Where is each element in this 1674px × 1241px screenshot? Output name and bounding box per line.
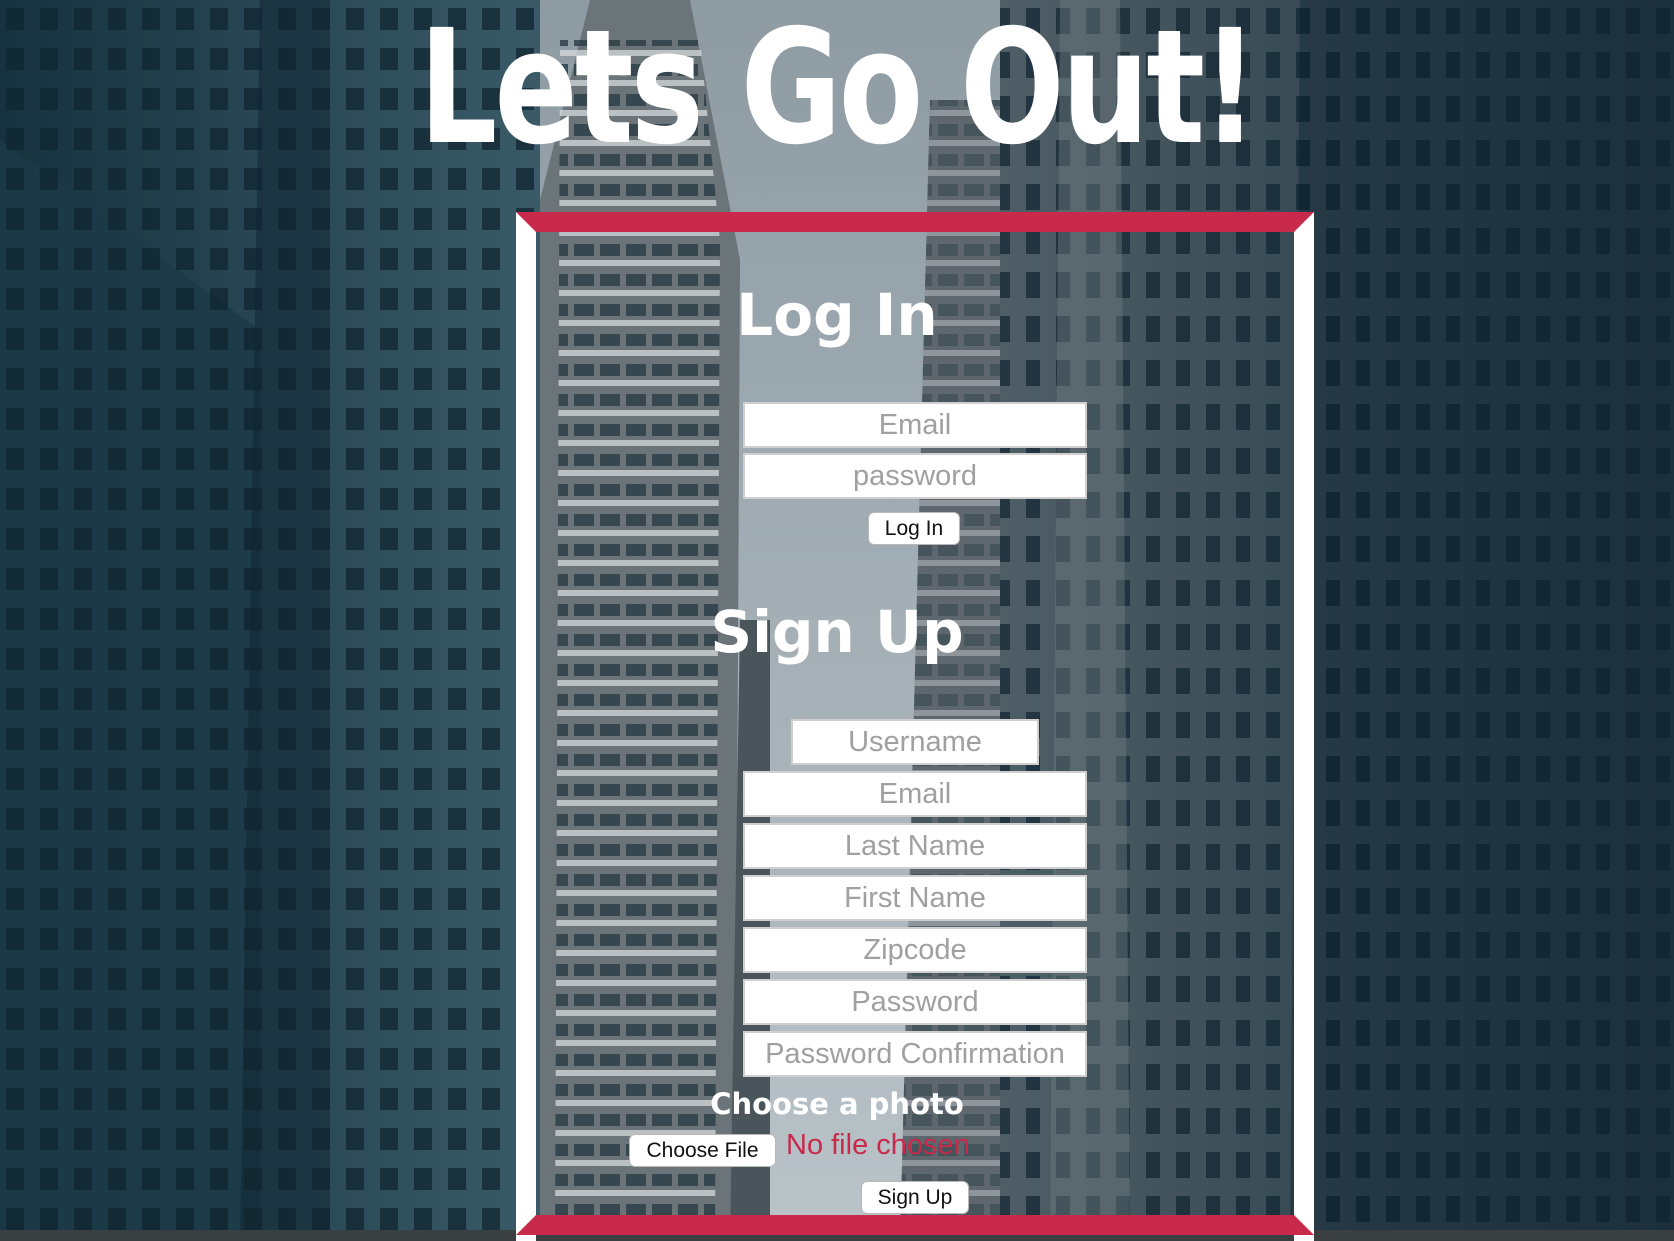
signup-username-input[interactable]: Username xyxy=(791,719,1039,765)
panel-bottom-accent xyxy=(516,1215,1314,1235)
login-button[interactable]: Log In xyxy=(868,512,960,545)
signup-button[interactable]: Sign Up xyxy=(861,1181,969,1214)
file-status-text: No file chosen xyxy=(786,1129,970,1161)
choose-photo-label: Choose a photo xyxy=(710,1087,964,1121)
signup-first-name-input[interactable]: First Name xyxy=(743,875,1087,921)
login-password-input[interactable]: password xyxy=(743,453,1087,499)
login-email-input[interactable]: Email xyxy=(743,402,1087,448)
signup-last-name-input[interactable]: Last Name xyxy=(743,823,1087,869)
signup-zipcode-input[interactable]: Zipcode xyxy=(743,927,1087,973)
signup-password-input[interactable]: Password xyxy=(743,979,1087,1025)
login-heading: Log In xyxy=(736,281,938,349)
signup-email-input[interactable]: Email xyxy=(743,771,1087,817)
signup-password-confirmation-input[interactable]: Password Confirmation xyxy=(743,1031,1087,1077)
app-title: Lets Go Out! xyxy=(418,0,1258,180)
signup-heading: Sign Up xyxy=(710,598,964,666)
choose-file-button[interactable]: Choose File xyxy=(629,1134,776,1167)
panel-top-accent xyxy=(516,212,1314,232)
